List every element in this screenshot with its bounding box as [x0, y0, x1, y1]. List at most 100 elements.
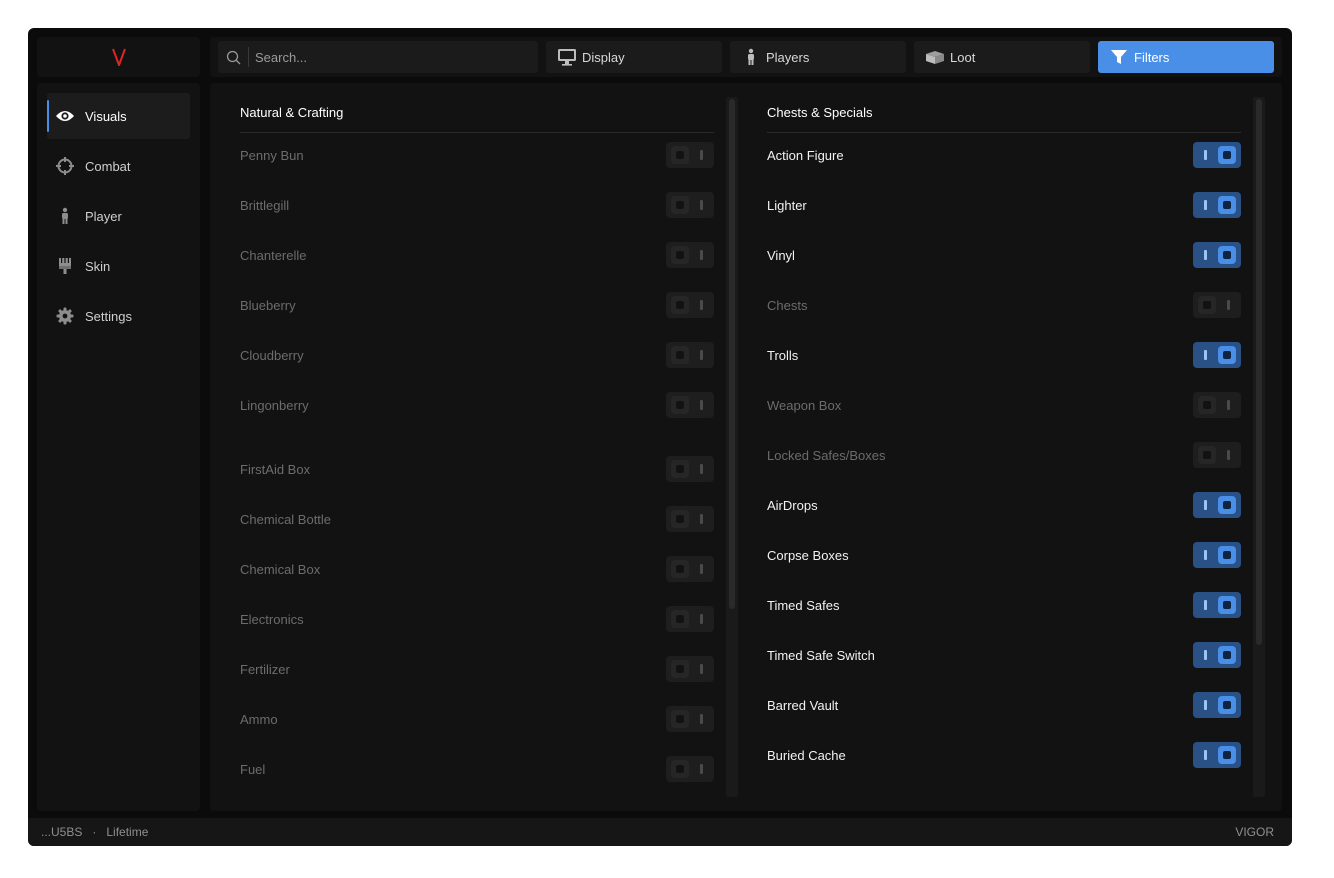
filter-label: Electronics — [240, 611, 304, 627]
filter-toggle[interactable] — [666, 242, 714, 268]
footer-brand: VIGOR — [1235, 825, 1274, 839]
toggle-indicator — [1204, 150, 1207, 160]
filter-label: Fuel — [240, 761, 266, 777]
toggle-indicator — [700, 664, 703, 674]
filter-toggle[interactable] — [666, 656, 714, 682]
person-icon — [55, 206, 75, 226]
sidebar-item-visuals[interactable]: Visuals — [47, 93, 190, 139]
tab-filters[interactable]: Filters — [1098, 41, 1274, 73]
toggle-knob — [671, 196, 689, 214]
toggle-indicator — [700, 564, 703, 574]
toggle-knob — [1198, 446, 1216, 464]
toggle-knob — [671, 296, 689, 314]
search-divider — [248, 47, 249, 67]
filter-label: Trolls — [767, 347, 799, 363]
filter-toggle[interactable] — [1193, 692, 1241, 718]
filter-label: Lighter — [767, 197, 807, 213]
filter-toggle[interactable] — [666, 456, 714, 482]
filter-label: Blueberry — [240, 297, 296, 313]
filter-toggle[interactable] — [1193, 342, 1241, 368]
filter-toggle[interactable] — [1193, 442, 1241, 468]
sidebar-item-label: Visuals — [85, 108, 127, 124]
left-scrollbar[interactable] — [726, 97, 738, 797]
filter-row: FirstAid Box — [240, 454, 310, 484]
status-bar: ...U5BS · Lifetime VIGOR — [28, 818, 1292, 846]
toggle-indicator — [1204, 750, 1207, 760]
toggle-knob — [1198, 296, 1216, 314]
filter-label: Fertilizer — [240, 661, 290, 677]
filter-toggle[interactable] — [1193, 742, 1241, 768]
filter-label: Weapon Box — [767, 397, 842, 413]
sidebar-item-label: Combat — [85, 158, 131, 174]
sidebar-item-combat[interactable]: Combat — [47, 143, 190, 189]
filter-toggle[interactable] — [666, 756, 714, 782]
toggle-knob — [1218, 546, 1236, 564]
filter-toggle[interactable] — [1193, 192, 1241, 218]
toggle-indicator — [1204, 600, 1207, 610]
toggle-knob — [671, 610, 689, 628]
sidebar: Visuals Combat Player Skin Settings — [37, 83, 200, 811]
filter-row: Ammo — [240, 704, 278, 734]
filter-toggle[interactable] — [1193, 292, 1241, 318]
filter-label: Vinyl — [767, 247, 795, 263]
sidebar-item-skin[interactable]: Skin — [47, 243, 190, 289]
filter-toggle[interactable] — [666, 292, 714, 318]
search-box[interactable] — [218, 41, 538, 73]
toggle-indicator — [1204, 650, 1207, 660]
tab-loot[interactable]: Loot — [914, 41, 1090, 73]
filter-toggle[interactable] — [1193, 642, 1241, 668]
toggle-indicator — [1204, 200, 1207, 210]
section-natural-crafting: Natural & Crafting Penny Bun Brittlegill C… — [240, 83, 714, 811]
toggle-knob — [671, 146, 689, 164]
filter-row: Lighter — [767, 190, 807, 220]
toggle-knob — [671, 560, 689, 578]
filter-row: Timed Safes — [767, 590, 840, 620]
filter-row: Chanterelle — [240, 240, 307, 270]
filter-toggle[interactable] — [666, 506, 714, 532]
search-input[interactable] — [255, 49, 525, 65]
filter-toggle[interactable] — [1193, 392, 1241, 418]
filter-row: Weapon Box — [767, 390, 841, 420]
toggle-knob — [1218, 246, 1236, 264]
toggle-indicator — [1204, 700, 1207, 710]
sidebar-item-player[interactable]: Player — [47, 193, 190, 239]
toggle-knob — [1218, 346, 1236, 364]
toggle-knob — [671, 396, 689, 414]
section-divider — [767, 132, 1241, 133]
left-scrollbar-thumb[interactable] — [729, 99, 735, 609]
filter-toggle[interactable] — [666, 706, 714, 732]
filter-label: Lingonberry — [240, 397, 309, 413]
filter-toggle[interactable] — [1193, 592, 1241, 618]
app-window: Display Players Loot Filters Visua — [28, 28, 1292, 846]
top-bar: Display Players Loot Filters — [210, 37, 1282, 77]
toggle-indicator — [700, 514, 703, 524]
filter-toggle[interactable] — [1193, 492, 1241, 518]
right-scrollbar[interactable] — [1253, 97, 1265, 797]
filter-toggle[interactable] — [666, 342, 714, 368]
filter-toggle[interactable] — [666, 556, 714, 582]
toggle-knob — [671, 346, 689, 364]
filter-icon — [1108, 47, 1130, 67]
toggle-indicator — [700, 614, 703, 624]
sidebar-item-label: Player — [85, 208, 122, 224]
filter-row: AirDrops — [767, 490, 818, 520]
filter-toggle[interactable] — [666, 392, 714, 418]
filter-toggle[interactable] — [666, 142, 714, 168]
filter-toggle[interactable] — [666, 606, 714, 632]
toggle-knob — [671, 760, 689, 778]
filter-row: Brittlegill — [240, 190, 289, 220]
filter-toggle[interactable] — [666, 192, 714, 218]
tab-players[interactable]: Players — [730, 41, 906, 73]
tab-display[interactable]: Display — [546, 41, 722, 73]
filter-toggle[interactable] — [1193, 542, 1241, 568]
crosshair-icon — [55, 156, 75, 176]
filter-row: Barred Vault — [767, 690, 838, 720]
filter-row: Timed Safe Switch — [767, 640, 875, 670]
section-title: Chests & Specials — [767, 105, 873, 120]
right-scrollbar-thumb[interactable] — [1256, 99, 1262, 645]
tab-label: Display — [582, 49, 625, 65]
filter-label: Brittlegill — [240, 197, 290, 213]
filter-toggle[interactable] — [1193, 242, 1241, 268]
filter-toggle[interactable] — [1193, 142, 1241, 168]
sidebar-item-settings[interactable]: Settings — [47, 293, 190, 339]
